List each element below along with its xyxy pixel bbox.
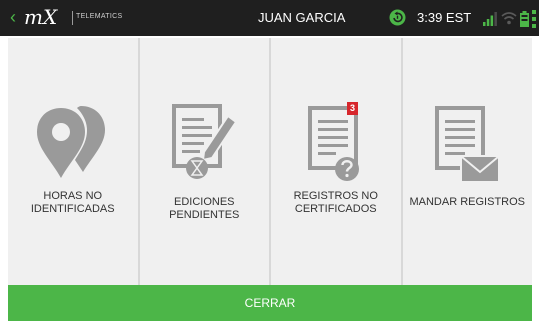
tile-horas-no-identificadas[interactable]: HORAS NO IDENTIFICADAS	[8, 38, 140, 285]
close-button[interactable]: CERRAR	[8, 285, 532, 321]
location-pins-icon	[36, 106, 105, 178]
document-question-icon	[307, 106, 359, 181]
driver-name: JUAN GARCIA	[258, 10, 346, 25]
tile-label: EDICIONES PENDIENTES	[169, 196, 240, 221]
sync-status-icon	[389, 9, 406, 26]
back-arrow-icon[interactable]: ‹	[10, 7, 16, 27]
document-edit-hourglass-icon	[172, 104, 238, 179]
overflow-menu-icon[interactable]	[532, 10, 536, 28]
logo-divider	[72, 11, 73, 25]
top-status-bar: ‹ mX TELEMATICS JUAN GARCIA 3:39 EST	[0, 0, 539, 36]
document-envelope-icon	[435, 106, 501, 183]
menu-tile-grid: HORAS NO IDENTIFICADAS EDICIONES PENDIEN…	[8, 38, 532, 285]
tile-label: HORAS NO IDENTIFICADAS	[30, 190, 115, 215]
cellular-signal-icon	[483, 12, 497, 26]
battery-icon	[520, 11, 529, 27]
tile-registros-no-certificados[interactable]: 3 REGISTROS NO CERTIFICADOS	[271, 38, 403, 285]
unread-count-badge: 3	[347, 102, 358, 115]
tile-label: REGISTROS NO CERTIFICADOS	[293, 190, 378, 215]
mix-logo: mX	[24, 5, 58, 29]
clock-time: 3:39 EST	[417, 10, 472, 25]
tile-ediciones-pendientes[interactable]: EDICIONES PENDIENTES	[139, 38, 271, 285]
logo-subtitle: TELEMATICS	[76, 13, 123, 20]
tile-mandar-registros[interactable]: MANDAR REGISTROS	[402, 38, 532, 285]
tile-label: MANDAR REGISTROS	[409, 196, 525, 208]
wifi-icon	[501, 12, 517, 25]
